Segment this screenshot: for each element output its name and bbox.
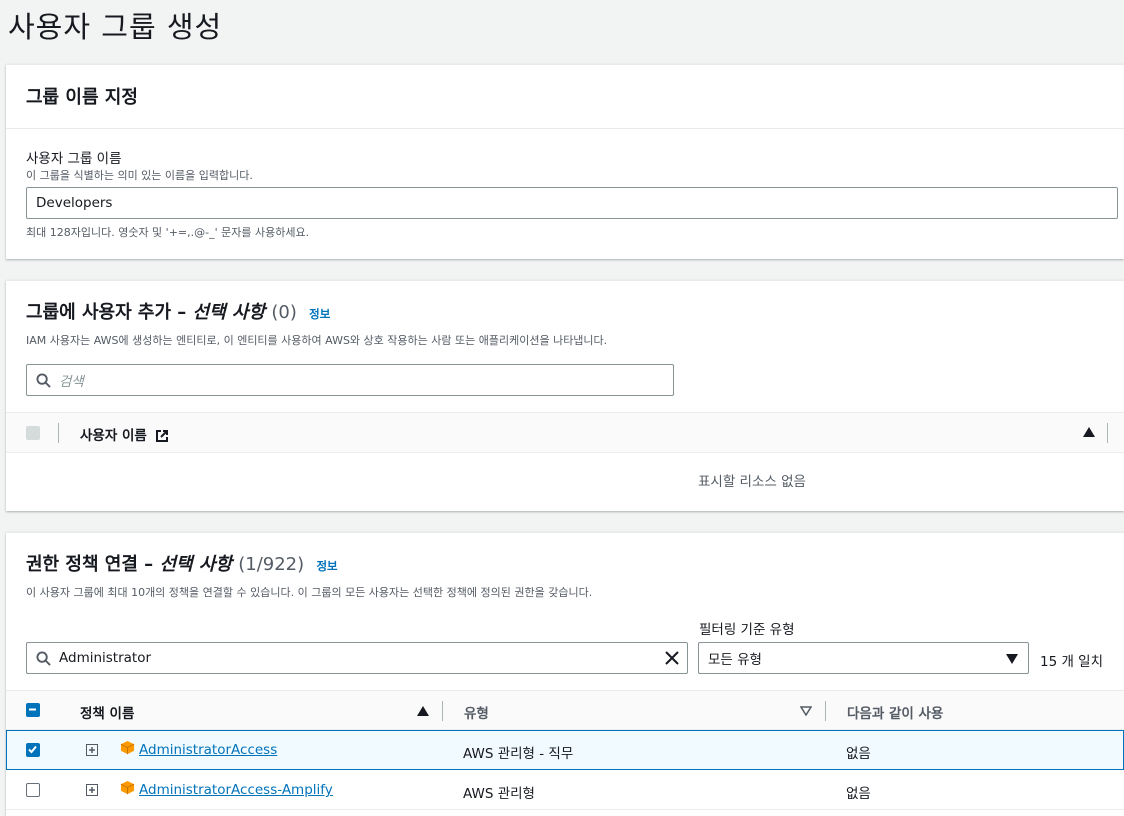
users-select-all-checkbox [26,426,40,440]
expand-icon[interactable] [86,744,98,756]
group-name-card: 그룹 이름 지정 사용자 그룹 이름 이 그룹을 식별하는 의미 있는 이름을 … [6,64,1124,259]
aws-managed-policy-icon [120,740,135,755]
clear-search-icon[interactable] [665,651,679,665]
search-icon [36,651,51,666]
add-users-count: (0) [271,302,297,323]
attach-policies-header: 권한 정책 연결 – 선택 사항 (1/922) 정보 [26,550,338,576]
sort-unsorted-icon[interactable] [800,706,812,716]
users-empty-state: 표시할 리소스 없음 [698,474,806,490]
column-type[interactable]: 유형 [464,702,489,722]
attach-policies-count: (1/922) [238,554,305,575]
add-users-header-main: 그룹에 사용자 추가 – [26,302,193,323]
match-count: 15 개 일치 [1040,654,1104,670]
policy-row[interactable]: AdministratorAccess AWS 관리형 - 직무 없음 [6,730,1124,770]
policies-table-header: 정책 이름 유형 다음과 같이 사용 [6,690,1124,730]
policy-used-as: 없음 [846,786,871,802]
group-name-value: Developers [36,195,113,211]
group-name-constraint: 최대 128자입니다. 영숫자 및 '+=,.@-_' 문자를 사용하세요. [26,226,310,239]
group-name-header: 그룹 이름 지정 [26,87,138,108]
sort-ascending-icon[interactable] [417,706,429,716]
add-users-header: 그룹에 사용자 추가 – 선택 사항 (0) 정보 [26,298,330,324]
filter-type-label: 필터링 기준 유형 [699,622,795,638]
policies-search-value: Administrator [59,650,152,666]
policy-name-link[interactable]: AdministratorAccess [139,742,277,758]
sort-ascending-icon[interactable] [1083,427,1095,437]
column-used-as[interactable]: 다음과 같이 사용 [847,702,943,722]
column-policy-name[interactable]: 정책 이름 [80,702,134,722]
policy-type: AWS 관리형 - 직무 [463,746,574,762]
group-name-label: 사용자 그룹 이름 [26,151,122,167]
row-checkbox[interactable] [26,783,40,797]
group-name-description: 이 그룹을 식별하는 의미 있는 이름을 입력합니다. [26,169,253,182]
attach-policies-header-main: 권한 정책 연결 – [26,554,160,575]
add-users-header-optional: 선택 사항 [192,302,266,323]
attach-policies-card: 권한 정책 연결 – 선택 사항 (1/922) 정보 이 사용자 그룹에 최대… [6,532,1124,816]
filter-type-value: 모든 유형 [708,652,762,668]
add-users-description: IAM 사용자는 AWS에 생성하는 엔티티로, 이 엔티티를 사용하여 AWS… [26,334,608,347]
users-search-input[interactable]: 검색 [26,364,674,396]
policy-name-link[interactable]: AdministratorAccess-Amplify [139,782,333,798]
external-link-icon [155,429,169,443]
aws-managed-policy-icon [120,780,135,795]
caret-down-icon [1006,654,1018,664]
filter-type-select[interactable]: 모든 유형 [698,642,1029,674]
policy-row[interactable]: AdministratorAccess-Amplify AWS 관리형 없음 [6,770,1124,810]
policies-select-all-checkbox[interactable] [26,703,40,717]
search-icon [36,373,51,388]
attach-policies-header-optional: 선택 사항 [159,554,232,575]
policies-search-input[interactable]: Administrator [26,642,688,674]
users-search-placeholder: 검색 [59,374,84,390]
row-checkbox[interactable] [26,743,40,757]
policy-type: AWS 관리형 [463,786,535,802]
group-name-input[interactable]: Developers [26,187,1118,219]
page-title: 사용자 그룹 생성 [8,10,223,44]
attach-policies-info-link[interactable]: 정보 [316,559,337,573]
users-table-header: 사용자 이름 [6,412,1124,453]
expand-icon[interactable] [86,784,98,796]
column-user-name[interactable]: 사용자 이름 [80,424,169,444]
attach-policies-description: 이 사용자 그룹에 최대 10개의 정책을 연결할 수 있습니다. 이 그룹의 … [26,586,593,599]
add-users-card: 그룹에 사용자 추가 – 선택 사항 (0) 정보 IAM 사용자는 AWS에 … [6,280,1124,511]
policy-used-as: 없음 [846,746,871,762]
add-users-info-link[interactable]: 정보 [309,307,330,321]
